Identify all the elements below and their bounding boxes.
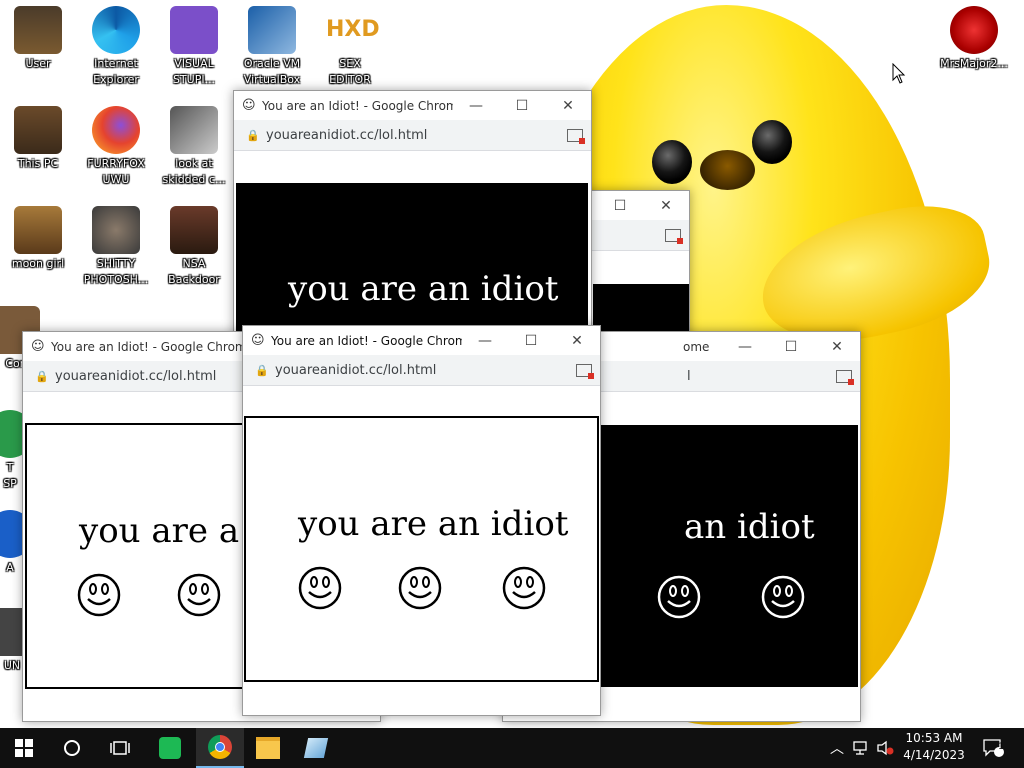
desktop-icon-virtualbox[interactable]: Oracle VM VirtualBox: [234, 6, 310, 88]
desktop-icon-sex-editor[interactable]: HXD SEX EDITOR: [312, 6, 388, 88]
stacked-windows-icon: [170, 106, 218, 154]
taskbar: ︿ 10:53 AM 4/14/2023 1: [0, 728, 1024, 768]
lock-icon: 🔒: [35, 369, 49, 383]
smiley-icon: [761, 575, 805, 619]
desktop-icon-user[interactable]: User: [0, 6, 76, 72]
smiley-favicon-icon: ☺: [31, 338, 45, 354]
smiley-icon: [77, 573, 121, 617]
search-button[interactable]: [48, 728, 96, 768]
smiley-icon: [657, 575, 701, 619]
smiley-icon: [502, 566, 546, 610]
maximize-icon[interactable]: ☐: [768, 339, 814, 355]
popup-blocked-icon[interactable]: [836, 369, 854, 385]
popup-blocked-icon[interactable]: [567, 128, 585, 144]
start-button[interactable]: [0, 728, 48, 768]
network-icon: [853, 741, 867, 755]
network-button[interactable]: [852, 728, 870, 768]
bag-icon: [14, 206, 62, 254]
popup-blocked-icon[interactable]: [665, 228, 683, 244]
desktop: User Internet Explorer VISUAL STUPI... O…: [0, 0, 1024, 728]
desktop-icon-moon-girl[interactable]: moon girl: [0, 206, 76, 272]
windows-logo-icon: [15, 739, 33, 757]
close-icon[interactable]: ✕: [545, 98, 591, 114]
close-icon[interactable]: ✕: [814, 339, 860, 355]
idiot-text: you are a: [79, 511, 240, 551]
minimize-icon[interactable]: —: [453, 98, 499, 114]
volume-button[interactable]: [876, 728, 894, 768]
hxd-icon: HXD: [326, 6, 380, 54]
desktop-icon-visual-studio[interactable]: VISUAL STUPI...: [156, 6, 232, 88]
idiot-text: you are an idiot: [288, 269, 559, 309]
action-center-button[interactable]: 1: [982, 728, 1004, 768]
speaker-muted-icon: [877, 740, 894, 756]
user-folder-icon: [14, 6, 62, 54]
desktop-icon-internet-explorer[interactable]: Internet Explorer: [78, 6, 154, 88]
desktop-icon-firefox[interactable]: FURRYFOX UWU: [78, 106, 154, 188]
green-app-icon: [159, 737, 181, 759]
chrome-window-active[interactable]: ☺ You are an Idiot! - Google Chrome — ☐ …: [242, 325, 601, 716]
visual-studio-icon: [170, 6, 218, 54]
maximize-icon[interactable]: ☐: [499, 98, 545, 114]
clock[interactable]: 10:53 AM 4/14/2023: [895, 730, 973, 764]
idiot-text: an idiot: [684, 507, 815, 547]
idiot-text: you are an idiot: [298, 504, 569, 544]
firefox-icon: [92, 106, 140, 154]
mouse-cursor-icon: [892, 63, 906, 84]
minimize-icon[interactable]: —: [722, 339, 768, 355]
taskbar-app-notepad[interactable]: [146, 728, 194, 768]
maximize-icon[interactable]: ☐: [508, 333, 554, 349]
desktop-icon-mrsmajor[interactable]: MrsMajor2...: [936, 6, 1012, 72]
glass-app-icon: [303, 738, 329, 758]
popup-blocked-icon[interactable]: [576, 363, 594, 379]
close-icon[interactable]: ✕: [554, 333, 600, 349]
taskbar-app-chrome[interactable]: [196, 728, 244, 768]
gimp-icon: [92, 206, 140, 254]
task-view-icon: [110, 741, 130, 755]
folder-icon: [256, 737, 280, 759]
taskbar-app-explorer[interactable]: [244, 728, 292, 768]
task-view-button[interactable]: [96, 728, 144, 768]
edge-icon: [92, 6, 140, 54]
maximize-icon[interactable]: ☐: [597, 198, 643, 214]
clock-time: 10:53 AM: [905, 731, 963, 745]
computer-icon: [14, 106, 62, 154]
smiley-favicon-icon: ☺: [251, 332, 265, 348]
clock-date: 4/14/2023: [903, 748, 965, 762]
desktop-icon-nsa-backdoor[interactable]: NSA Backdoor: [156, 206, 232, 288]
virtualbox-icon: [248, 6, 296, 54]
smiley-icon: [398, 566, 442, 610]
smiley-icon: [177, 573, 221, 617]
desktop-icon-skidded[interactable]: look at skidded c...: [156, 106, 232, 188]
smiley-favicon-icon: ☺: [242, 97, 256, 113]
chevron-up-icon: ︿: [830, 741, 844, 757]
desktop-icon-this-pc[interactable]: This PC: [0, 106, 76, 172]
safe-icon: [170, 206, 218, 254]
desktop-icon-photoshop[interactable]: SHITTY PHOTOSH...: [78, 206, 154, 288]
taskbar-app-other[interactable]: [292, 728, 340, 768]
demon-goat-icon: [950, 6, 998, 54]
minimize-icon[interactable]: —: [462, 333, 508, 349]
smiley-icon: [298, 566, 342, 610]
close-icon[interactable]: ✕: [643, 198, 689, 214]
chrome-icon: [208, 735, 232, 759]
search-circle-icon: [64, 740, 80, 756]
lock-icon: 🔒: [246, 128, 260, 142]
notification-count: 1: [998, 742, 1004, 752]
tray-overflow-button[interactable]: ︿: [830, 728, 844, 768]
lock-icon: 🔒: [255, 363, 269, 377]
idiot-panel: an idiot: [599, 425, 858, 687]
idiot-panel: you are an idiot: [244, 416, 599, 682]
